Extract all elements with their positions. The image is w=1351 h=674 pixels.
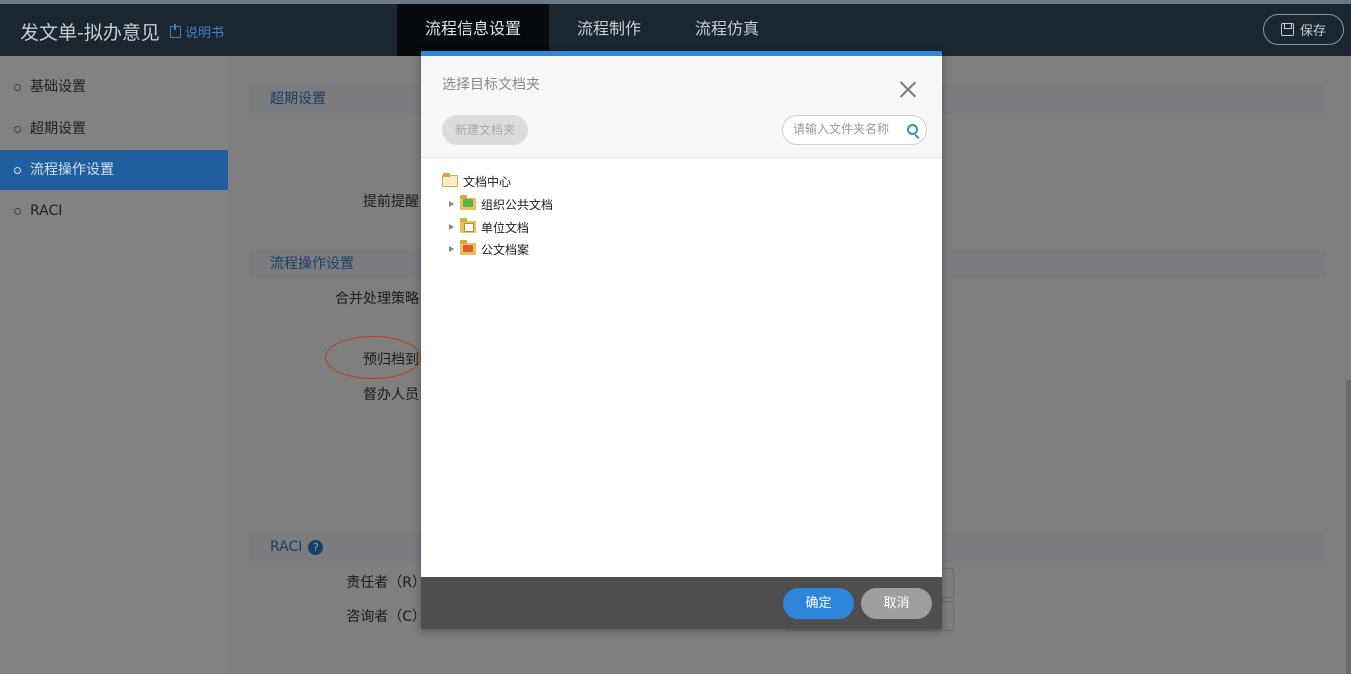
archive-folder-icon (460, 240, 476, 255)
folder-open-icon (442, 173, 458, 187)
sidebar-item-overdue-settings[interactable]: 超期设置 (0, 109, 228, 149)
cancel-button[interactable]: 取消 (861, 588, 932, 619)
unit-folder-icon (460, 218, 476, 233)
sidebar: 基础设置 超期设置 流程操作设置 RACI (0, 56, 228, 674)
tree-node-official-archive[interactable]: 公文档案 (449, 239, 529, 259)
dialog-header: 选择目标文档夹 新建文档夹 (421, 56, 942, 158)
consulted-label: 咨询者（C）： (346, 609, 433, 625)
page-title: 发文单-拟办意见 (20, 22, 160, 44)
dialog-title: 选择目标文档夹 (442, 77, 540, 93)
save-button-label: 保存 (1299, 24, 1326, 39)
tree-node-org-public-docs[interactable]: 组织公共文档 (449, 194, 553, 214)
manual-label: 说明书 (185, 26, 225, 41)
folder-search-box (782, 115, 927, 145)
folder-search-input[interactable] (793, 122, 901, 136)
tab-flow-info-settings[interactable]: 流程信息设置 (397, 4, 549, 56)
expand-caret-icon[interactable] (449, 224, 454, 230)
ok-button[interactable]: 确定 (783, 588, 854, 619)
expand-caret-icon[interactable] (449, 201, 454, 207)
tree-node-label: 单位文档 (481, 220, 530, 235)
search-icon[interactable] (907, 124, 918, 135)
raci-section-title: RACI (270, 539, 303, 555)
save-icon (1280, 23, 1294, 36)
sidebar-item-raci[interactable]: RACI (0, 191, 228, 231)
advance-reminder-label: 提前提醒： (363, 194, 433, 210)
tree-node-label: 文档中心 (463, 174, 512, 189)
save-button[interactable]: 保存 (1263, 14, 1344, 45)
manual-icon (170, 23, 181, 38)
folder-tree: 文档中心 组织公共文档 单位文档 公文档案 (421, 159, 942, 577)
tree-node-root[interactable]: 文档中心 (442, 171, 511, 191)
pre-archive-label: 预归档到： (363, 352, 433, 368)
help-icon[interactable]: ? (308, 539, 324, 555)
manual-link[interactable]: 说明书 (170, 22, 224, 41)
select-folder-dialog: 选择目标文档夹 新建文档夹 文档中心 组织公共文档 单位文档 公文档案 (421, 51, 942, 629)
page-scrollbar[interactable] (1346, 380, 1351, 674)
sidebar-item-basic-settings[interactable]: 基础设置 (0, 67, 228, 107)
dialog-footer: 确定 取消 (421, 577, 942, 629)
responsible-label: 责任者（R）： (346, 575, 433, 591)
merge-strategy-label: 合并处理策略： (335, 291, 433, 307)
app-header: 发文单-拟办意见 说明书 流程信息设置 流程制作 流程仿真 保存 (0, 4, 1351, 56)
new-folder-button[interactable]: 新建文档夹 (442, 115, 528, 145)
close-icon[interactable] (899, 80, 917, 98)
tab-flow-simulation[interactable]: 流程仿真 (674, 4, 780, 56)
tree-node-label: 组织公共文档 (481, 197, 554, 212)
shared-folder-icon (460, 195, 476, 210)
supervisor-label: 督办人员： (363, 387, 433, 403)
sidebar-item-flow-ops-settings[interactable]: 流程操作设置 (0, 150, 228, 190)
tab-flow-making[interactable]: 流程制作 (556, 4, 662, 56)
expand-caret-icon[interactable] (449, 246, 454, 252)
tree-node-unit-docs[interactable]: 单位文档 (449, 217, 529, 237)
tree-node-label: 公文档案 (481, 242, 530, 257)
